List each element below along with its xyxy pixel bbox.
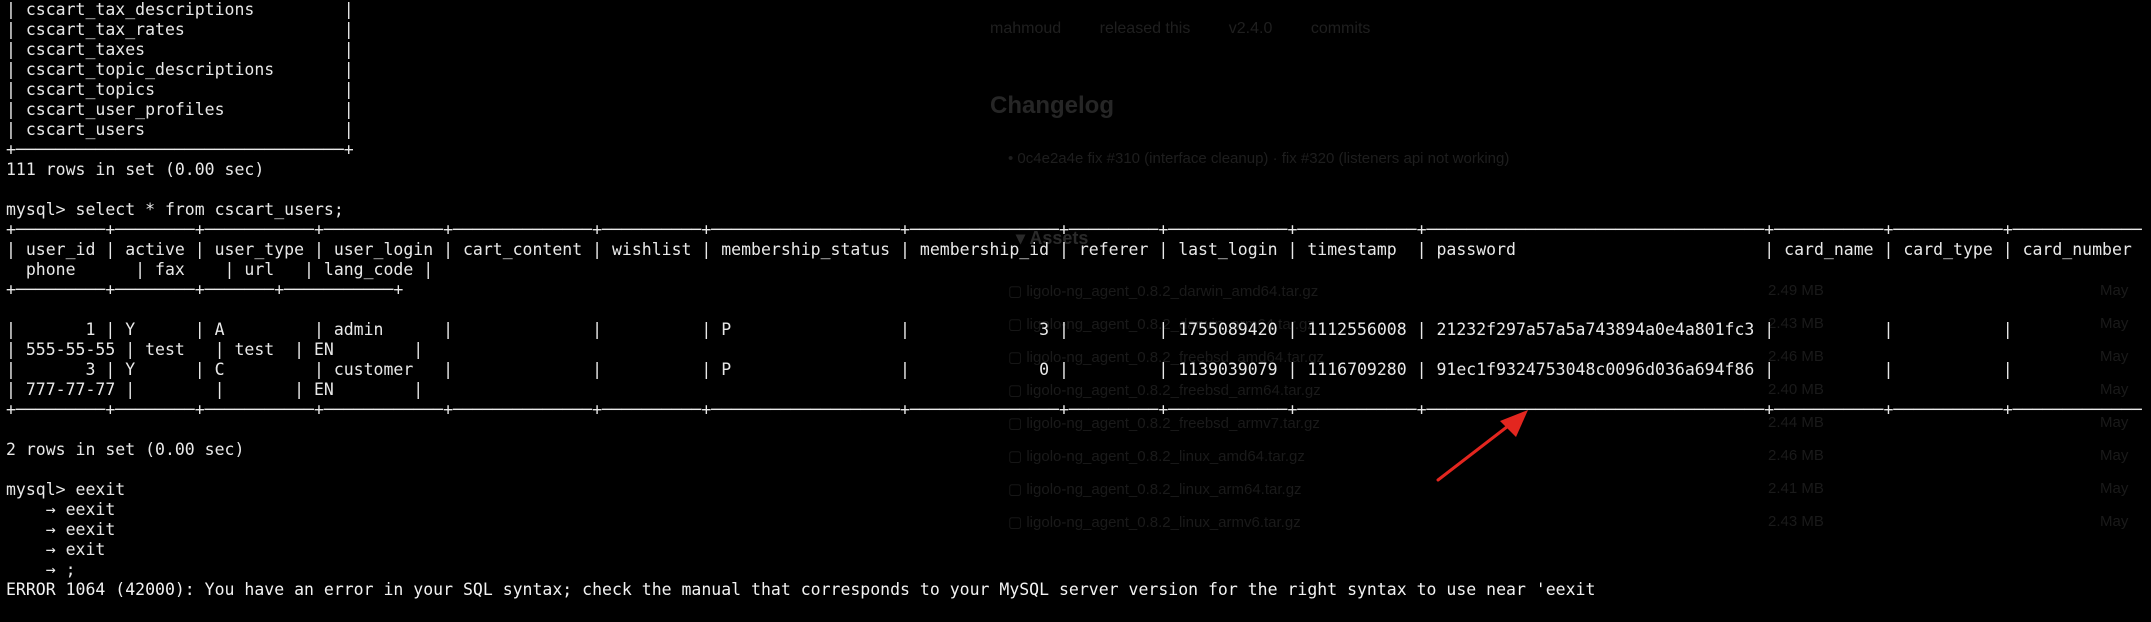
terminal-line: | 555-55-55 | test | test | EN | [6, 340, 424, 359]
terminal-line: | 777-77-77 | | | EN | [6, 380, 424, 399]
terminal-line: 111 rows in set (0.00 sec) [6, 160, 265, 179]
terminal-line: | user_id | active | user_type | user_lo… [6, 240, 2132, 259]
arrow-shaft [1436, 421, 1514, 482]
terminal-output: | cscart_tax_descriptions | | cscart_tax_… [6, 0, 2142, 600]
red-arrow-annotation [1436, 410, 1528, 482]
terminal-line: +─────────+────────+───────────+────────… [6, 400, 2142, 419]
terminal-line: +─────────+────────+───────────+────────… [6, 220, 2142, 239]
terminal-line: mysql> select * from cscart_users; [6, 200, 344, 219]
terminal-line: | cscart_user_profiles | [6, 100, 354, 119]
terminal-line: | cscart_taxes | [6, 40, 354, 59]
terminal-line: | 1 | Y | A | admin | | | P | 3 | | 1755… [6, 320, 2013, 339]
terminal-line: | cscart_topics | [6, 80, 354, 99]
terminal-line: | cscart_users | [6, 120, 354, 139]
terminal-window[interactable]: | cscart_tax_descriptions | | cscart_tax_… [0, 0, 2151, 622]
terminal-line: | 3 | Y | C | customer | | | P | 0 | | 1… [6, 360, 2013, 379]
arrow-head [1500, 410, 1528, 437]
terminal-line: | cscart_tax_descriptions | [6, 0, 354, 19]
terminal-line: → eexit [6, 520, 116, 539]
terminal-line: mysql> eexit [6, 480, 126, 499]
terminal-line: → ; [6, 560, 76, 579]
terminal-line: ERROR 1064 (42000): You have an error in… [6, 580, 1596, 599]
terminal-line: | cscart_tax_rates | [6, 20, 354, 39]
terminal-line: | cscart_topic_descriptions | [6, 60, 354, 79]
terminal-line: → exit [6, 540, 106, 559]
terminal-line: +─────────+────────+───────+───────────+ [6, 280, 404, 299]
terminal-line: +─────────────────────────────────+ [6, 140, 354, 159]
terminal-line: phone | fax | url | lang_code | [6, 260, 434, 279]
terminal-line: 2 rows in set (0.00 sec) [6, 440, 245, 459]
terminal-line: → eexit [6, 500, 116, 519]
